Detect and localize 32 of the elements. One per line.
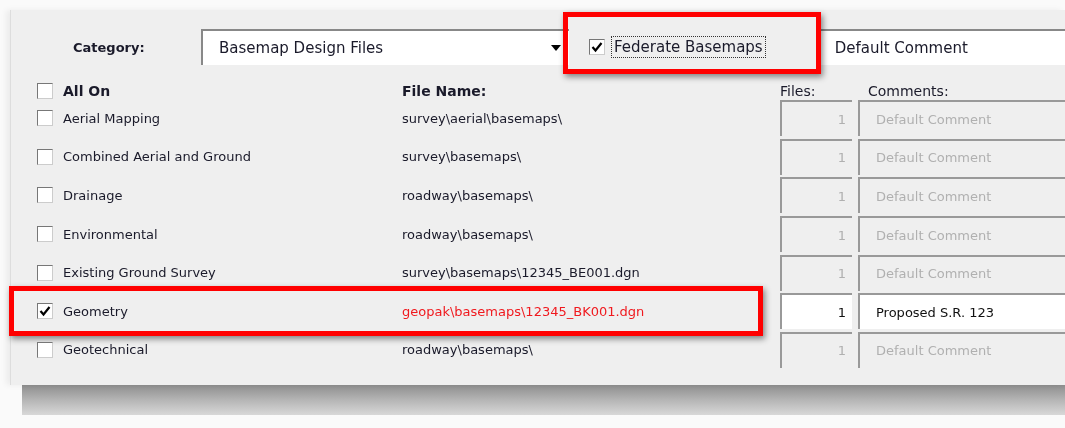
row-label[interactable]: Existing Ground Survey [63, 265, 216, 281]
file-path: roadway\basemaps\ [402, 342, 533, 358]
dropdown-arrow-icon[interactable] [551, 45, 561, 51]
row-checkbox[interactable] [37, 187, 53, 204]
row-label[interactable]: Combined Aerial and Ground [63, 149, 251, 165]
federate-checkbox[interactable] [589, 39, 605, 55]
file-path: roadway\basemaps\ [402, 226, 533, 242]
row-checkbox[interactable] [37, 341, 53, 358]
file-path: geopak\basemaps\12345_BK001.dgn [402, 303, 645, 319]
row-checkbox[interactable] [37, 303, 53, 320]
row-checkbox[interactable] [37, 226, 53, 243]
column-header: Comments: [867, 83, 949, 99]
row-label[interactable]: Drainage [63, 188, 123, 203]
files-count-field[interactable]: 1 [780, 293, 852, 330]
file-path: survey\basemaps\12345_BE001.dgn [402, 265, 640, 281]
row-label[interactable]: Geotechnical [63, 342, 149, 358]
category-label: Category: [73, 39, 146, 55]
file-path: survey\basemaps\ [402, 149, 522, 165]
all-on-label[interactable]: All On [63, 83, 111, 99]
row-label[interactable]: Environmental [63, 226, 158, 242]
row-label[interactable]: Geometry [63, 303, 128, 319]
row-checkbox[interactable] [37, 148, 53, 165]
row-checkbox[interactable] [37, 110, 53, 127]
federate-label[interactable]: Federate Basemaps [611, 36, 766, 58]
all-on-checkbox[interactable] [37, 83, 53, 99]
column-header: File Name: [402, 83, 487, 99]
column-header: Files: [780, 83, 816, 99]
file-path: roadway\basemaps\ [402, 188, 533, 203]
row-checkbox[interactable] [37, 264, 53, 281]
row-label[interactable]: Aerial Mapping [63, 110, 161, 126]
comment-field[interactable]: Proposed S.R. 123 [858, 293, 1065, 330]
file-path: survey\aerial\basemaps\ [402, 110, 563, 126]
